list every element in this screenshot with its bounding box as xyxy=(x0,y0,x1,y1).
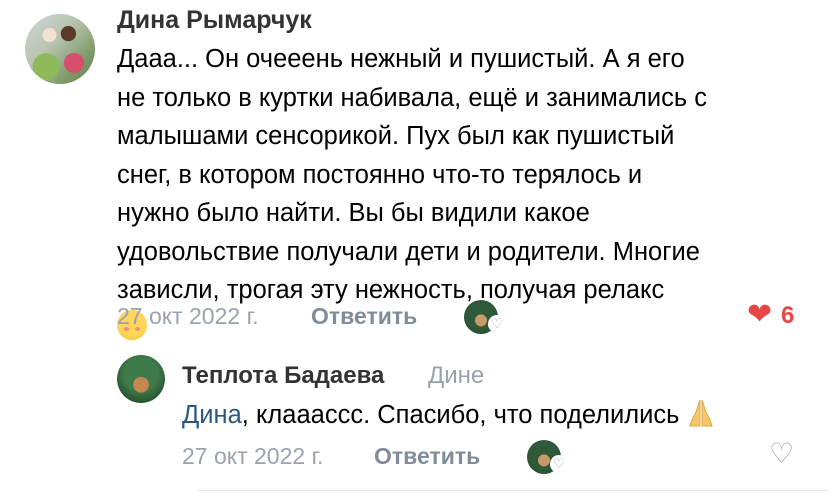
comment-line: снег, в котором постоянно что-то терялос… xyxy=(117,160,643,189)
comment-line: не только в куртки набивала, ещё и заним… xyxy=(117,83,708,112)
comment-reply-button[interactable]: Ответить xyxy=(311,303,417,330)
reply-date[interactable]: 27 окт 2022 г. xyxy=(182,443,324,470)
comment-text: Дааа... Он очееень нежный и пушистый. А … xyxy=(117,40,807,340)
heart-filled-icon[interactable]: ❤ xyxy=(747,300,772,330)
comment-line: малышами сенсорикой. Пух был как пушисты… xyxy=(117,122,675,150)
divider xyxy=(198,490,828,491)
comment-line: зависли, трогая эту нежность, получая ре… xyxy=(117,276,665,304)
heart-outline-icon: ♡ xyxy=(488,315,506,333)
comment-avatar[interactable] xyxy=(25,14,95,84)
comment-line: Дааа... Он очееень нежный и пушистый. А … xyxy=(117,45,685,73)
folded-hands-icon xyxy=(688,399,713,427)
reply-author-name[interactable]: Теплота Бадаева xyxy=(182,362,384,390)
like-heart-outline-icon[interactable]: ♡ xyxy=(769,440,794,468)
reply-reply-button[interactable]: Ответить xyxy=(374,443,480,470)
comment-like-count[interactable]: 6 xyxy=(781,302,794,330)
comment-line: нужно было найти. Вы бы видили какое xyxy=(117,199,590,227)
reply-text: Дина, клаааccc. Спасибо, что поделились xyxy=(182,398,715,432)
reply-avatar[interactable] xyxy=(117,355,165,403)
reply-text-body: , клаааccc. Спасибо, что поделились xyxy=(241,401,680,429)
reply-to-name[interactable]: Дине xyxy=(428,362,484,390)
heart-outline-icon: ♡ xyxy=(550,455,568,473)
mention-link[interactable]: Дина xyxy=(182,401,242,429)
comment-line: удовольствие получали дети и родители. М… xyxy=(117,237,700,266)
comment-date[interactable]: 27 окт 2022 г. xyxy=(117,303,259,330)
comment-author-name[interactable]: Дина Рымарчук xyxy=(117,6,312,35)
